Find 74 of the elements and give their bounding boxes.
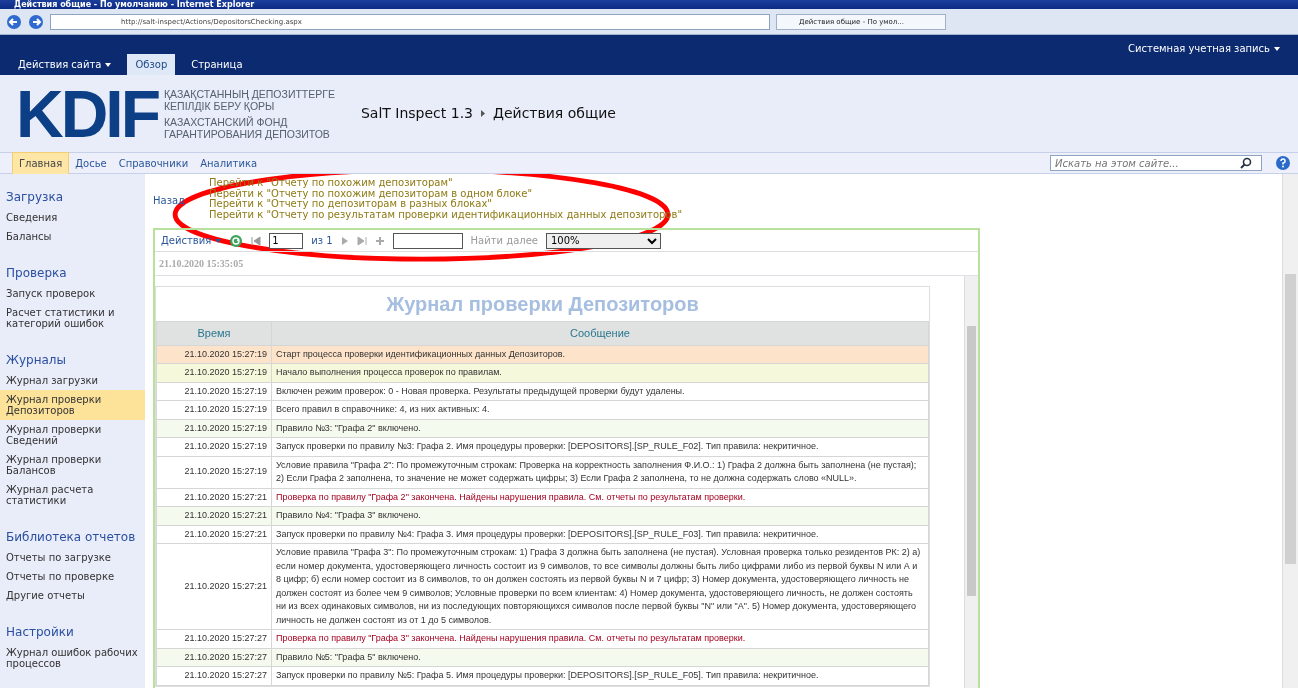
breadcrumb-arrow-icon (481, 110, 485, 117)
site-actions-menu[interactable]: Действия сайта (10, 54, 120, 75)
find-field[interactable] (392, 232, 463, 249)
page-field[interactable]: 1 (269, 232, 304, 249)
sidebar-item[interactable]: Журнал загрузки (0, 371, 145, 390)
column-header: Время (156, 321, 272, 345)
table-cell: 21.10.2020 15:27:19 (156, 400, 272, 419)
report-title: Журнал проверки Депозиторов (385, 292, 700, 317)
sidebar-heading[interactable]: Библиотека отчетов (0, 522, 145, 548)
forward-icon[interactable] (28, 13, 44, 30)
sidebar-heading[interactable]: Загрузка (0, 182, 145, 208)
table-cell: Всего правил в справочнике: 4, из них активных: 4. (271, 400, 929, 419)
table-cell: 21.10.2020 15:27:21 (156, 488, 272, 507)
table-cell: Условие правила "Графа 3": По промежуточным строкам: 1) Графа 3 должна быть заполнена (не пустая). Условная проверка только резидентов РК: 2) а) если номер документа, удостоверяющего личность состоит из 9 символов, то все символы должны быть либо цифрами либо из первой буквы N или А и 8 цифр; б) если номер состоит из 8 символов, то он должен состоять из первой буквы N и 7 цифр; 3) Номер документа, удостоверяющего личность не должен состоят из более чем 9 символов; Условные проверки по всем клиентам: 4) Номер документа, удостоверяющего личность, не должен состоять ни из всех одинаковых символов, ни из последующих повторяющихся символов после первой буквы "N" или "А". 5) Номер документа, удостоверяющего личность не должен состоят из от 1 до 5 символов. (271, 543, 929, 630)
table-cell: Запуск проверки по правилу №3: Графа 2. Имя процедуры проверки: [DEPOSITORS].[SP_RULE_F02]. Тип правила: некритичное. (271, 437, 929, 456)
actions-menu[interactable]: Действия (161, 233, 222, 248)
page-scrollbar[interactable] (1282, 174, 1298, 688)
search-field[interactable]: Искать на этом сайте... (1050, 155, 1262, 171)
table-cell: Запуск проверки по правилу №4: Графа 3. Имя процедуры проверки: [DEPOSITORS].[SP_RULE_F03]. Тип правила: некритичное. (271, 525, 929, 544)
caret-icon (105, 63, 112, 67)
sidebar-item[interactable]: Балансы (0, 227, 145, 246)
table-cell: Условие правила "Графа 2": По промежуточным строкам: Проверка на корректность заполнения Ф.И.О.: 1) Графа 2 должна быть заполнена (не пустая); 2) Если Графа 2 заполнена, то значение не может содержать цифры; 3) Если Графа 2 заполнена, то не должна содержать слово «NULL». (271, 456, 929, 488)
breadcrumb-item: Действия общие (493, 104, 616, 123)
ribbon-tab[interactable]: Обзор (127, 54, 176, 75)
sidebar-item[interactable]: Журнал ошибок рабочих процессов (0, 643, 145, 673)
nav-tab[interactable]: Главная (12, 151, 70, 175)
report-link[interactable]: Перейти к "Отчету по депозиторам в разных блоках" (209, 199, 682, 210)
table-cell: Проверка по правилу "Графа 2" закончена. Найдены нарушения правила. См. отчеты по результатам проверки. (271, 488, 929, 507)
table-cell: 21.10.2020 15:27:21 (156, 525, 272, 544)
nav-tab[interactable]: Досье (69, 152, 113, 174)
table-cell: 21.10.2020 15:27:27 (156, 666, 272, 685)
sidebar-item[interactable]: Журнал проверки Депозиторов (0, 390, 145, 420)
sidebar-item[interactable]: Сведения (0, 208, 145, 227)
sidebar-item[interactable]: Отчеты по проверке (0, 567, 145, 586)
first-page-icon[interactable] (251, 235, 262, 246)
breadcrumb-item[interactable]: SalT Inspect 1.3 (360, 103, 473, 124)
org-name-kz: ҚАЗАҚСТАННЫҢ ДЕПОЗИТТЕРГЕ КЕПІЛДІК БЕРУ ҚОРЫ (164, 87, 335, 112)
table-cell: 21.10.2020 15:27:19 (156, 437, 272, 456)
report-timestamp: 21.10.2020 15:35:05 (155, 252, 978, 276)
window-title: Действия общие - По умолчанию - Internet Explorer (0, 0, 1298, 9)
sidebar-item[interactable]: Запуск проверок (0, 284, 145, 303)
sidebar-heading[interactable]: Настройки (0, 617, 145, 643)
refresh-icon[interactable] (229, 233, 244, 248)
sidebar-heading[interactable]: Журналы (0, 345, 145, 371)
sidebar-item[interactable]: Журнал проверки Балансов (0, 450, 145, 480)
nav-tab[interactable]: Аналитика (194, 152, 264, 174)
caret-icon (1274, 47, 1280, 51)
table-cell: Включен режим проверок: 0 - Новая проверка. Результаты предыдущей проверки будут удалены. (271, 382, 929, 401)
table-cell: 21.10.2020 15:27:27 (156, 629, 272, 648)
org-name-ru: КАЗАХСТАНСКИЙ ФОНД ГАРАНТИРОВАНИЯ ДЕПОЗИТОВ (164, 115, 331, 140)
help-icon[interactable] (1276, 156, 1290, 170)
sidebar-item[interactable]: Журнал проверки Сведений (0, 420, 145, 450)
sidebar-item[interactable]: Другие отчеты (0, 586, 145, 605)
page-count: из 1 (311, 234, 333, 248)
caret-icon (215, 239, 222, 243)
sidebar-item[interactable]: Журнал расчета статистики (0, 480, 145, 510)
column-header: Сообщение (271, 321, 929, 345)
back-link[interactable]: Назад (153, 195, 185, 207)
table-cell: 21.10.2020 15:27:19 (156, 382, 272, 401)
zoom-select[interactable]: 100% (545, 232, 661, 249)
nav-tab[interactable]: Справочники (112, 152, 195, 174)
table-cell: Проверка по правилу "Графа 3" закончена. Найдены нарушения правила. См. отчеты по результатам проверки. (271, 629, 929, 648)
table-cell: 21.10.2020 15:27:19 (156, 456, 272, 488)
sidebar-item[interactable]: Расчет статистики и категорий ошибок (0, 303, 145, 333)
scrollbar[interactable] (964, 276, 978, 688)
table-cell: Запуск проверки по правилу №5: Графа 5. Имя процедуры проверки: [DEPOSITORS].[SP_RULE_F05]. Тип правила: некритичное. (271, 666, 929, 685)
table-cell: 21.10.2020 15:27:21 (156, 543, 272, 630)
logo-text: KDIF (16, 80, 158, 147)
sidebar-heading[interactable]: Проверка (0, 258, 145, 284)
report-link[interactable]: Перейти к "Отчету по похожим депозиторам в одном блоке" (209, 188, 682, 199)
ribbon-tab[interactable]: Страница (183, 54, 251, 75)
account-menu[interactable]: Системная учетная запись (1120, 38, 1288, 72)
back-icon[interactable] (6, 13, 22, 30)
sidebar-item[interactable]: Отчеты по загрузке (0, 548, 145, 567)
